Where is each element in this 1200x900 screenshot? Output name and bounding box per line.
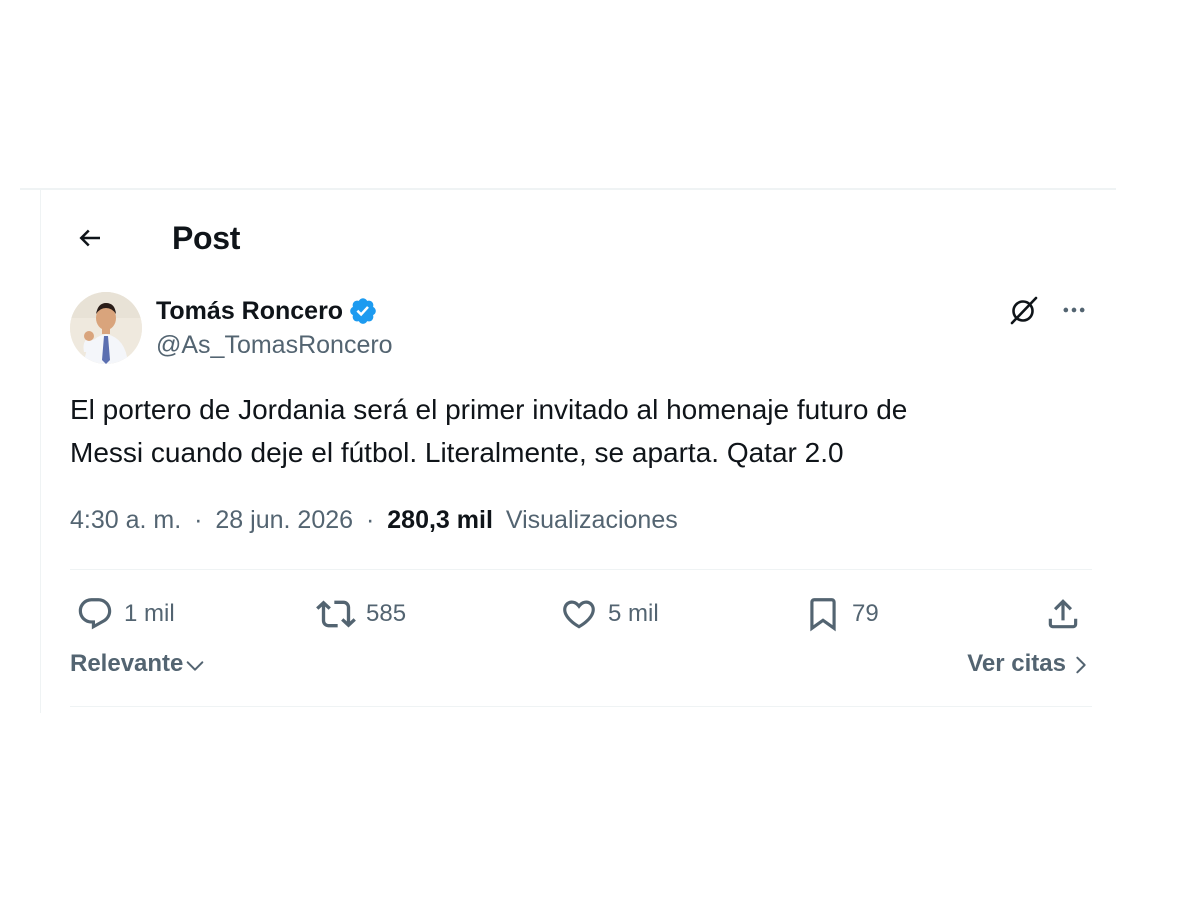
tweet-date[interactable]: 28 jun. 2026: [215, 506, 353, 534]
quotes-label: Ver citas: [967, 650, 1066, 677]
reply-icon: [78, 598, 112, 630]
left-border: [40, 190, 41, 713]
avatar[interactable]: [70, 292, 142, 364]
repost-count: 585: [366, 600, 407, 627]
sort-dropdown[interactable]: Relevante: [70, 650, 206, 678]
divider: [70, 569, 1092, 570]
display-name-row: Tomás Roncero: [156, 294, 393, 328]
reply-count: 1 mil: [124, 600, 175, 627]
divider: [70, 706, 1092, 707]
views-count: 280,3 mil: [387, 506, 493, 534]
post-header: Post: [70, 218, 240, 258]
reply-button[interactable]: 1 mil: [76, 592, 175, 636]
replies-toolbar: Relevante Ver citas: [70, 650, 1092, 686]
tweet-time[interactable]: 4:30 a. m.: [70, 506, 181, 534]
share-button[interactable]: [1044, 592, 1082, 636]
action-bar: 1 mil 585 5 mil 79: [70, 592, 1092, 636]
view-quotes-link[interactable]: Ver citas: [967, 650, 1092, 678]
like-button[interactable]: 5 mil: [560, 592, 659, 636]
author-names: Tomás Roncero @As_TomasRoncero: [156, 294, 393, 362]
top-border: [20, 188, 1116, 190]
user-handle[interactable]: @As_TomasRoncero: [156, 328, 393, 362]
chevron-right-icon: [1076, 656, 1086, 674]
bookmark-button[interactable]: 79: [804, 592, 879, 636]
grok-icon: [1010, 296, 1038, 325]
meta-separator: ·: [194, 506, 203, 534]
bookmark-icon: [810, 598, 836, 632]
display-name[interactable]: Tomás Roncero: [156, 297, 343, 326]
more-horizontal-icon: [1063, 307, 1085, 313]
like-count: 5 mil: [608, 600, 659, 627]
chevron-down-icon: [187, 661, 204, 671]
avatar-image: [70, 292, 142, 364]
bookmark-count: 79: [852, 600, 879, 627]
author-row: Tomás Roncero @As_TomasRoncero: [70, 292, 393, 364]
back-button[interactable]: [70, 218, 110, 258]
tweet-text-line: Messi cuando deje el fútbol. Literalment…: [70, 437, 844, 468]
grok-button[interactable]: [1006, 292, 1042, 328]
tweet-text: El portero de Jordania será el primer in…: [70, 388, 1080, 474]
repost-icon: [316, 600, 356, 628]
arrow-left-icon: [79, 229, 100, 247]
verified-badge-icon[interactable]: [348, 296, 378, 326]
post-panel: Post Tomás Roncero @As_TomasRoncero El p…: [20, 188, 1116, 713]
sort-label: Relevante: [70, 650, 184, 677]
more-options-button[interactable]: [1056, 292, 1092, 328]
tweet-meta: 4:30 a. m. · 28 jun. 2026 · 280,3 mil Vi…: [70, 506, 678, 535]
repost-button[interactable]: 585: [316, 592, 406, 636]
meta-separator: ·: [365, 506, 375, 534]
tweet-text-line: El portero de Jordania será el primer in…: [70, 394, 908, 425]
heart-icon: [563, 600, 595, 629]
share-icon: [1048, 599, 1078, 629]
views-label: Visualizaciones: [505, 506, 678, 534]
page-title: Post: [172, 219, 241, 256]
